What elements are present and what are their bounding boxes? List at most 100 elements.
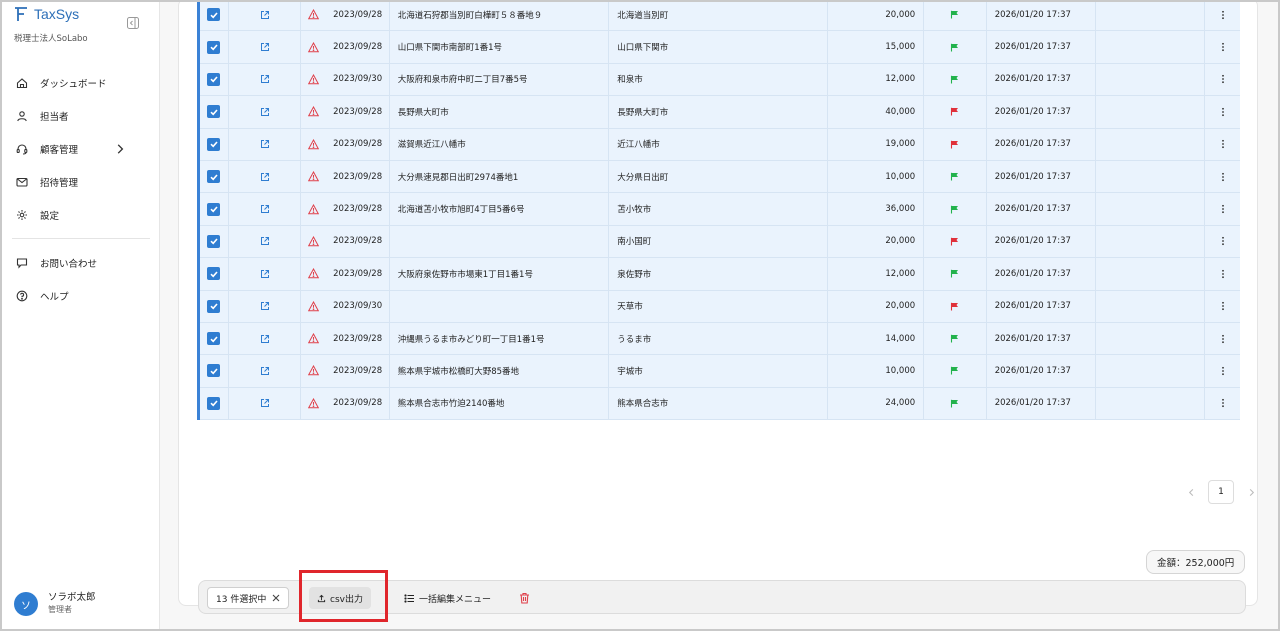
table-row[interactable]: 2023/09/28 北海道苫小牧市旭町4丁目5番6号 苫小牧市 36,000 2026…: [200, 193, 1240, 226]
row-checkbox[interactable]: [207, 267, 221, 281]
city-cell: 長野県大町市: [609, 96, 828, 128]
more-vertical-icon[interactable]: [1218, 172, 1228, 182]
more-vertical-icon[interactable]: [1218, 107, 1228, 117]
bulk-edit-menu-button[interactable]: 一括編集メニュー: [404, 587, 491, 609]
row-checkbox[interactable]: [207, 396, 221, 410]
updated-cell: 2026/01/20 17:37: [987, 128, 1096, 160]
more-vertical-icon[interactable]: [1218, 366, 1228, 376]
external-link-icon[interactable]: [260, 398, 270, 408]
more-vertical-icon[interactable]: [1218, 301, 1228, 311]
row-checkbox[interactable]: [207, 202, 221, 216]
green-flag-icon[interactable]: [950, 10, 959, 19]
warning-icon: [307, 138, 319, 150]
external-link-icon[interactable]: [260, 42, 270, 52]
external-link-icon[interactable]: [260, 301, 270, 311]
external-link-icon[interactable]: [260, 107, 270, 117]
checkbox-cell: [200, 322, 229, 355]
actions-cell: [1205, 388, 1240, 419]
row-checkbox[interactable]: [207, 72, 221, 86]
table-row[interactable]: 2023/09/28 沖縄県うるま市みどり町一丁目1番1号 うるま市 14,000 20…: [200, 322, 1240, 356]
green-flag-icon[interactable]: [950, 399, 959, 408]
external-link-icon[interactable]: [260, 204, 270, 214]
row-checkbox[interactable]: [207, 299, 221, 313]
address-cell: 大阪府和泉市府中町二丁目7番5号: [390, 63, 610, 96]
external-link-icon[interactable]: [260, 74, 270, 84]
green-flag-icon[interactable]: [950, 172, 959, 181]
address-cell: 沖縄県うるま市みどり町一丁目1番1号: [390, 322, 610, 355]
table-row[interactable]: 2023/09/28 北海道石狩郡当別町白樺町５８番地９ 北海道当別町 20,000 2…: [200, 0, 1240, 32]
table-row[interactable]: 2023/09/28 長野県大町市 長野県大町市 40,000 2026/01/20 1…: [200, 96, 1240, 129]
row-checkbox[interactable]: [207, 40, 221, 54]
more-vertical-icon[interactable]: [1218, 139, 1228, 149]
more-vertical-icon[interactable]: [1218, 204, 1228, 214]
external-link-icon[interactable]: [260, 366, 270, 376]
user-profile[interactable]: ソ ソラボ太郎 管理者: [14, 592, 96, 616]
green-flag-icon[interactable]: [950, 75, 959, 84]
table-row[interactable]: 2023/09/30 大阪府和泉市府中町二丁目7番5号 和泉市 12,000 2026/…: [200, 63, 1240, 97]
red-flag-icon[interactable]: [950, 140, 959, 149]
sidebar-item-invitations[interactable]: 招待管理: [2, 165, 160, 198]
edit-cell: [229, 160, 302, 193]
sidebar-item-help[interactable]: ヘルプ: [2, 279, 160, 312]
warning-cell: [301, 193, 325, 224]
green-flag-icon[interactable]: [950, 43, 959, 52]
sidebar-item-dashboard[interactable]: ダッシュボード: [2, 66, 160, 99]
more-vertical-icon[interactable]: [1218, 10, 1228, 20]
red-flag-icon[interactable]: [950, 302, 959, 311]
row-checkbox[interactable]: [207, 170, 221, 184]
more-vertical-icon[interactable]: [1218, 334, 1228, 344]
more-vertical-icon[interactable]: [1218, 42, 1228, 52]
red-flag-icon[interactable]: [950, 237, 959, 246]
more-vertical-icon[interactable]: [1218, 74, 1228, 84]
org-name: 税理士法人SoLabo: [14, 34, 88, 44]
actions-cell: [1205, 161, 1240, 192]
checkbox-cell: [200, 387, 229, 420]
sidebar-item-customers[interactable]: 顧客管理: [2, 132, 160, 165]
brand[interactable]: TaxSys: [14, 6, 79, 22]
sidebar-item-settings[interactable]: 設定: [2, 198, 160, 231]
more-vertical-icon[interactable]: [1218, 269, 1228, 279]
table-row[interactable]: 2023/09/28 滋賀県近江八幡市 近江八幡市 19,000 2026/01/20 …: [200, 128, 1240, 161]
warning-cell: [301, 64, 325, 95]
external-link-icon[interactable]: [260, 236, 270, 246]
sidebar-item-staff[interactable]: 担当者: [2, 99, 160, 132]
external-link-icon[interactable]: [260, 334, 270, 344]
warning-icon: [307, 106, 319, 117]
external-link-icon[interactable]: [260, 139, 270, 149]
external-link-icon[interactable]: [260, 10, 270, 20]
red-flag-icon[interactable]: [950, 107, 959, 116]
selection-chip[interactable]: 13 件選択中: [207, 587, 290, 609]
green-flag-icon[interactable]: [950, 334, 959, 343]
green-flag-icon[interactable]: [950, 366, 959, 375]
table-row[interactable]: 2023/09/28 熊本県合志市竹迫2140番地 熊本県合志市 24,000 2026…: [200, 387, 1240, 421]
table-row[interactable]: 2023/09/30 天草市 20,000 2026/01/20 17:37: [200, 290, 1240, 323]
row-checkbox[interactable]: [207, 332, 221, 346]
external-link-icon[interactable]: [260, 172, 270, 182]
close-icon[interactable]: [272, 594, 280, 602]
green-flag-icon[interactable]: [950, 269, 959, 278]
table-row[interactable]: 2023/09/28 熊本県宇城市松橋町大野85番地 宇城市 10,000 2026/0…: [200, 355, 1240, 388]
row-checkbox[interactable]: [207, 105, 221, 119]
more-vertical-icon[interactable]: [1218, 236, 1228, 246]
external-link-icon[interactable]: [260, 269, 270, 279]
page-number-current[interactable]: 1: [1208, 480, 1234, 504]
row-checkbox[interactable]: [207, 137, 221, 151]
table-row[interactable]: 2023/09/28 大分県速見郡日出町2974番地1 大分県日出町 10,000 20…: [200, 160, 1240, 194]
city-cell: 熊本県合志市: [609, 387, 828, 420]
row-checkbox[interactable]: [207, 364, 221, 378]
prev-page-icon[interactable]: [1184, 485, 1198, 499]
sidebar-item-contact[interactable]: お問い合わせ: [2, 246, 160, 279]
more-vertical-icon[interactable]: [1218, 398, 1228, 408]
updated-cell: 2026/01/20 17:37: [987, 387, 1096, 420]
table-row[interactable]: 2023/09/28 大阪府泉佐野市市場東1丁目1番1号 泉佐野市 12,000 202…: [200, 258, 1240, 291]
green-flag-icon[interactable]: [950, 205, 959, 214]
next-page-icon[interactable]: [1244, 485, 1258, 499]
edit-cell: [229, 258, 302, 290]
sidebar-collapse-icon[interactable]: [126, 16, 140, 30]
row-checkbox[interactable]: [207, 8, 221, 22]
trash-icon[interactable]: [519, 592, 530, 604]
row-checkbox[interactable]: [207, 234, 221, 248]
table-row[interactable]: 2023/09/28 南小国町 20,000 2026/01/20 17:37: [200, 225, 1240, 259]
flag-cell: [924, 322, 987, 355]
table-row[interactable]: 2023/09/28 山口県下関市南部町1番1号 山口県下関市 15,000 2026/…: [200, 31, 1240, 64]
